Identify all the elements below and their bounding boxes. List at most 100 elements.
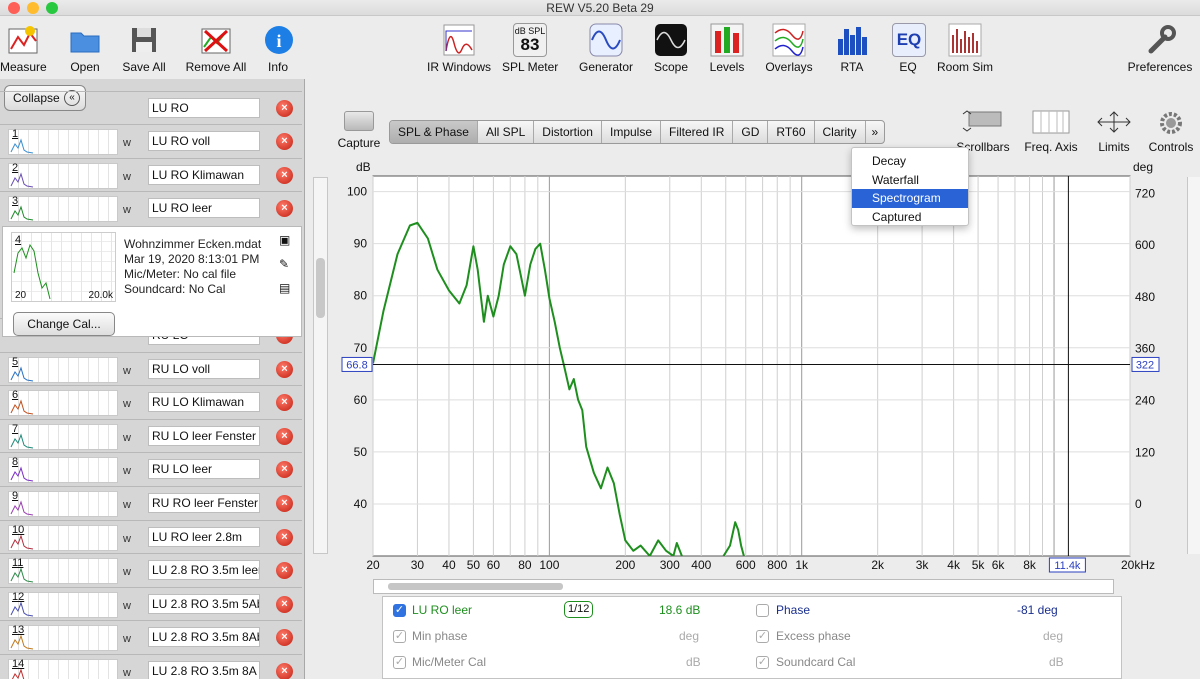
delete-measurement-icon[interactable]: ×	[276, 200, 293, 217]
minimize-window-button[interactable]	[27, 2, 39, 14]
delete-measurement-icon[interactable]: ×	[276, 529, 293, 546]
selected-measurement-panel[interactable]: 4 20 20.0k Wohnzimmer Ecken.mdat Mar 19,…	[2, 226, 302, 337]
phase-label: Phase	[776, 603, 811, 617]
min-phase-checkbox[interactable]: ✓	[393, 630, 406, 643]
measurement-name-field[interactable]: LU RO	[148, 98, 260, 118]
measurement-row[interactable]: 11 w LU 2.8 RO 3.5m leer ×	[0, 553, 302, 586]
spl-meter-button[interactable]: dB SPL 83 SPL Meter	[502, 23, 558, 74]
remove-all-button[interactable]: Remove All	[184, 23, 248, 74]
delete-measurement-icon[interactable]: ×	[276, 629, 293, 646]
measurement-name-field[interactable]: RU LO leer	[148, 459, 260, 479]
measurement-row[interactable]: 12 w LU 2.8 RO 3.5m 5Ab ×	[0, 587, 302, 620]
menu-item-waterfall[interactable]: Waterfall	[852, 171, 968, 190]
measurement-name-field[interactable]: LU 2.8 RO 3.5m 8Ab	[148, 627, 260, 647]
save-all-button[interactable]: Save All	[120, 23, 168, 74]
measurement-name-field[interactable]: LU RO leer 2.8m	[148, 527, 260, 547]
measurement-name-field[interactable]: LU 2.8 RO 3.5m 8A l	[148, 661, 260, 679]
delete-measurement-icon[interactable]: ×	[276, 394, 293, 411]
smoothing-selector[interactable]: 1/12	[564, 601, 594, 618]
info-button[interactable]: i Info	[262, 23, 294, 74]
open-button[interactable]: Open	[62, 23, 108, 74]
menu-item-spectrogram[interactable]: Spectrogram	[852, 189, 968, 208]
measurement-row[interactable]: 7 w RU LO leer Fenster ×	[0, 419, 302, 452]
measurement-row[interactable]: LU RO ×	[0, 91, 302, 124]
measurement-thumbnail	[8, 424, 118, 450]
graph-horizontal-scrollbar[interactable]	[373, 579, 1114, 594]
tab-all-spl[interactable]: All SPL	[478, 121, 535, 143]
freq-axis-button[interactable]: Freq. Axis	[1021, 110, 1081, 154]
tab-gd[interactable]: GD	[733, 121, 769, 143]
excess-phase-checkbox[interactable]: ✓	[756, 630, 769, 643]
overlays-button[interactable]: Overlays	[764, 23, 814, 74]
measurement-name-field[interactable]: LU 2.8 RO 3.5m 5Ab	[148, 594, 260, 614]
rta-button[interactable]: RTA	[836, 23, 868, 74]
series-checkbox[interactable]: ✓	[393, 604, 406, 617]
measurement-name-field[interactable]: LU RO leer	[148, 198, 260, 218]
ir-windows-button[interactable]: IR Windows	[427, 23, 491, 74]
tab-spl-phase[interactable]: SPL & Phase	[390, 121, 478, 143]
measurement-row[interactable]: 1 w LU RO voll ×	[0, 124, 302, 157]
delete-measurement-icon[interactable]: ×	[276, 428, 293, 445]
measurement-row[interactable]: 6 w RU LO Klimawan ×	[0, 385, 302, 418]
measurement-row[interactable]: 9 w RU RO leer Fenster ×	[0, 486, 302, 519]
measurement-row[interactable]: 2 w LU RO Klimawan ×	[0, 158, 302, 191]
measurement-row[interactable]: 10 w LU RO leer 2.8m ×	[0, 520, 302, 553]
save-measurement-icon[interactable]: ▣	[279, 233, 293, 247]
delete-measurement-icon[interactable]: ×	[276, 495, 293, 512]
measurement-name-field[interactable]: LU RO voll	[148, 131, 260, 151]
delete-measurement-icon[interactable]: ×	[276, 562, 293, 579]
measurement-row[interactable]: 14 w LU 2.8 RO 3.5m 8A l ×	[0, 654, 302, 679]
measurement-row[interactable]: 3 w LU RO leer ×	[0, 191, 302, 224]
measurement-name-field[interactable]: RU RO leer Fenster	[148, 493, 260, 513]
edit-pencil-icon[interactable]: ✎	[279, 257, 293, 271]
eq-button[interactable]: EQ EQ	[892, 23, 926, 74]
generator-button[interactable]: Generator	[576, 23, 636, 74]
left-panel-scrollbar[interactable]	[313, 177, 328, 554]
measurement-name-field[interactable]: RU LO Klimawan	[148, 392, 260, 412]
measure-button[interactable]: Measure	[0, 23, 47, 74]
measurement-row[interactable]: 5 w RU LO voll ×	[0, 352, 302, 385]
graph-right-scrollbar[interactable]	[1187, 177, 1200, 554]
measurement-row[interactable]: 13 w LU 2.8 RO 3.5m 8Ab ×	[0, 620, 302, 653]
phase-checkbox[interactable]	[756, 604, 769, 617]
zoom-window-button[interactable]	[46, 2, 58, 14]
scrollbar-thumb[interactable]	[388, 583, 563, 590]
change-cal-button[interactable]: Change Cal...	[13, 312, 115, 336]
soundcard-cal-checkbox[interactable]: ✓	[756, 656, 769, 669]
menu-item-captured[interactable]: Captured	[852, 208, 968, 227]
measurement-list-panel: Collapse « LU RO × 1 w LU RO voll × 2 w LU RO Kl…	[0, 79, 305, 679]
close-window-button[interactable]	[8, 2, 20, 14]
tab-filtered-ir[interactable]: Filtered IR	[661, 121, 734, 143]
tab-distortion[interactable]: Distortion	[534, 121, 602, 143]
controls-button[interactable]: Controls	[1146, 110, 1196, 154]
scrollbar-thumb[interactable]	[316, 258, 325, 318]
menu-item-decay[interactable]: Decay	[852, 152, 968, 171]
min-phase-label: Min phase	[412, 629, 468, 643]
delete-measurement-icon[interactable]: ×	[276, 167, 293, 184]
room-sim-button[interactable]: Room Sim	[936, 23, 994, 74]
measurement-name-field[interactable]: LU RO Klimawan	[148, 165, 260, 185]
delete-measurement-icon[interactable]: ×	[276, 100, 293, 117]
tab-rt60[interactable]: RT60	[768, 121, 815, 143]
measurement-row[interactable]: 8 w RU LO leer ×	[0, 452, 302, 485]
tab-clarity[interactable]: Clarity	[815, 121, 866, 143]
delete-measurement-icon[interactable]: ×	[276, 133, 293, 150]
measurement-name-field[interactable]: RU LO leer Fenster	[148, 426, 260, 446]
notes-icon[interactable]: ▤	[279, 281, 293, 295]
mic-cal-checkbox[interactable]: ✓	[393, 656, 406, 669]
more-tabs-button[interactable]: »	[866, 121, 885, 143]
tab-impulse[interactable]: Impulse	[602, 121, 662, 143]
sine-wave-icon	[589, 23, 623, 57]
delete-measurement-icon[interactable]: ×	[276, 361, 293, 378]
delete-measurement-icon[interactable]: ×	[276, 663, 293, 679]
measurement-name-field[interactable]: RU LO voll	[148, 359, 260, 379]
measurement-name-field[interactable]: LU 2.8 RO 3.5m leer	[148, 560, 260, 580]
limits-button[interactable]: Limits	[1094, 110, 1134, 154]
levels-button[interactable]: Levels	[706, 23, 748, 74]
measurement-number: 9	[12, 490, 19, 502]
capture-button[interactable]: Capture	[336, 111, 382, 150]
preferences-button[interactable]: Preferences	[1124, 23, 1196, 74]
scope-button[interactable]: Scope	[652, 23, 690, 74]
delete-measurement-icon[interactable]: ×	[276, 461, 293, 478]
delete-measurement-icon[interactable]: ×	[276, 596, 293, 613]
